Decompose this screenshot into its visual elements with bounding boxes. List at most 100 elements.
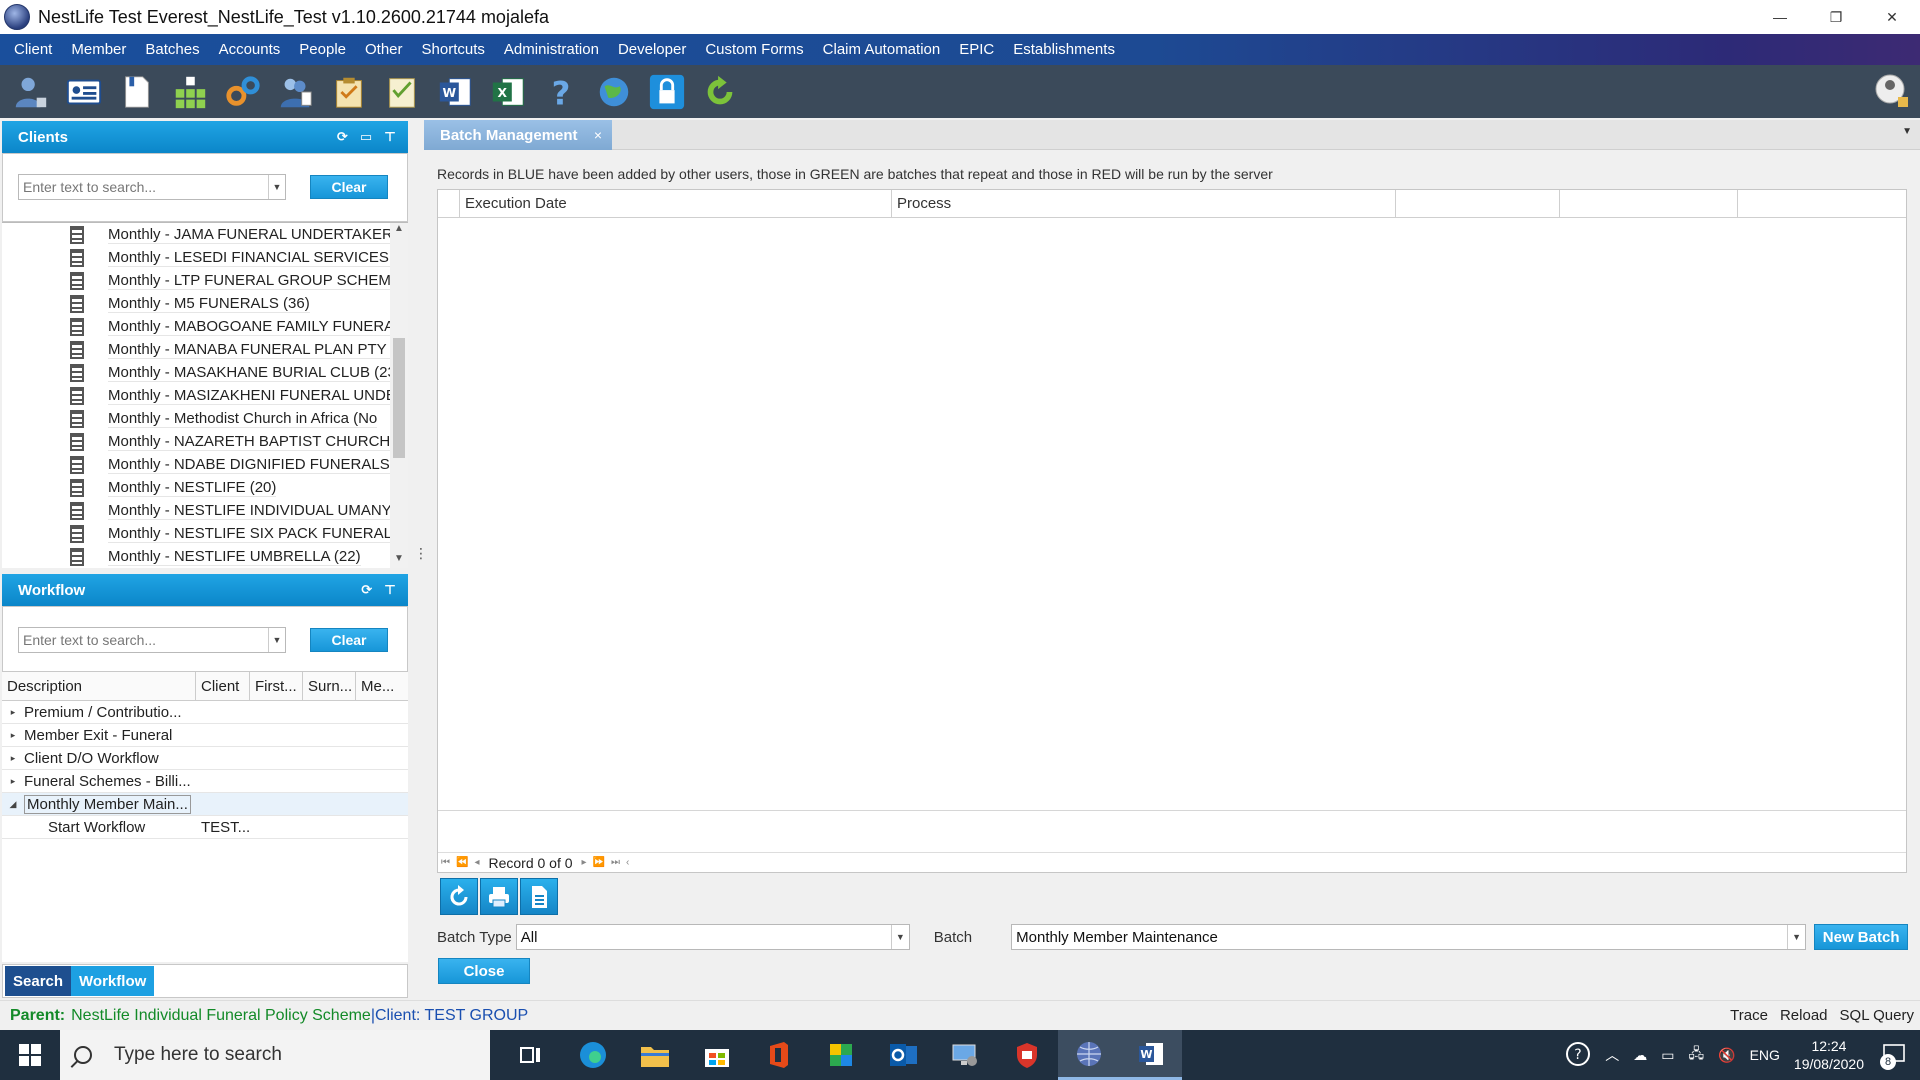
- menu-establishments[interactable]: Establishments: [1011, 41, 1117, 58]
- expand-icon[interactable]: ▸: [2, 730, 24, 741]
- table-row-selected[interactable]: ◢ Monthly Member Main...: [2, 793, 408, 816]
- chevron-up-icon[interactable]: ▲: [390, 223, 408, 239]
- column-header-member[interactable]: Me...: [356, 672, 408, 700]
- table-row[interactable]: ▸ Funeral Schemes - Billi...: [2, 770, 408, 793]
- minimize-panel-icon[interactable]: ▭: [360, 129, 372, 145]
- export-button[interactable]: [520, 878, 558, 915]
- column-header-blank-1[interactable]: [1396, 190, 1560, 218]
- nestlife-app-icon[interactable]: [1058, 1030, 1120, 1080]
- chevron-down-icon[interactable]: ▼: [890, 925, 909, 949]
- menu-developer[interactable]: Developer: [616, 41, 688, 58]
- new-batch-button[interactable]: New Batch: [1814, 924, 1909, 950]
- tab-list-chevron-icon[interactable]: ▼: [1902, 126, 1912, 137]
- column-header-execution-date[interactable]: Execution Date: [460, 190, 892, 218]
- volume-muted-icon[interactable]: 🔇: [1718, 1047, 1735, 1064]
- app-puzzle-icon[interactable]: [810, 1030, 872, 1080]
- workflow-clear-button[interactable]: Clear: [310, 628, 388, 652]
- list-item[interactable]: Monthly - MABOGOANE FAMILY FUNERAL: [70, 315, 390, 338]
- taskbar-search-input[interactable]: Type here to search: [60, 1030, 490, 1080]
- list-item[interactable]: Monthly - NAZARETH BAPTIST CHURCH (: [70, 430, 390, 453]
- column-header-process[interactable]: Process: [892, 190, 1396, 218]
- security-shield-icon[interactable]: [996, 1030, 1058, 1080]
- chevron-down-icon[interactable]: ▼: [1787, 925, 1805, 949]
- pin-icon[interactable]: ⊤: [384, 129, 396, 145]
- prev-page-icon[interactable]: ⏪: [456, 857, 468, 868]
- list-item[interactable]: Monthly - MASAKHANE BURIAL CLUB (23: [70, 361, 390, 384]
- refresh-icon[interactable]: [699, 71, 741, 113]
- tab-batch-management[interactable]: Batch Management ×: [424, 120, 612, 150]
- user-icon[interactable]: [10, 71, 52, 113]
- list-item[interactable]: Monthly - LESEDI FINANCIAL SERVICES (K: [70, 246, 390, 269]
- clients-scrollbar[interactable]: ▲ ▼: [390, 223, 408, 568]
- word-icon[interactable]: W: [1120, 1030, 1182, 1080]
- batch-select[interactable]: Monthly Member Maintenance ▼: [1011, 924, 1807, 950]
- menu-client[interactable]: Client: [12, 41, 54, 58]
- network-user-icon[interactable]: [1872, 71, 1912, 111]
- first-record-icon[interactable]: ⏮: [441, 857, 450, 868]
- store-icon[interactable]: [686, 1030, 748, 1080]
- list-item[interactable]: Monthly - NDABE DIGNIFIED FUNERALS (: [70, 453, 390, 476]
- menu-epic[interactable]: EPIC: [957, 41, 996, 58]
- help-circle-icon[interactable]: ?: [1565, 1041, 1591, 1070]
- clients-search-input[interactable]: Enter text to search... ▼: [18, 174, 286, 200]
- last-record-icon[interactable]: ⏭: [611, 857, 620, 868]
- remote-desktop-icon[interactable]: [934, 1030, 996, 1080]
- refresh-icon[interactable]: ⟳: [337, 129, 348, 145]
- print-button[interactable]: [480, 878, 518, 915]
- contact-card-icon[interactable]: [63, 71, 105, 113]
- expand-icon[interactable]: ▸: [2, 776, 24, 787]
- restore-button[interactable]: ❐: [1808, 0, 1864, 34]
- reload-link[interactable]: Reload: [1780, 1007, 1828, 1024]
- chevron-down-icon[interactable]: ▼: [390, 553, 408, 568]
- document-icon[interactable]: [116, 71, 158, 113]
- column-header-description[interactable]: Description: [2, 672, 196, 700]
- next-page-icon[interactable]: ⏩: [593, 857, 605, 868]
- collapse-icon[interactable]: ◢: [2, 799, 24, 810]
- column-header-client[interactable]: Client: [196, 672, 250, 700]
- refresh-button[interactable]: [440, 878, 478, 915]
- parent-value[interactable]: NestLife Individual Funeral Policy Schem…: [71, 1007, 371, 1025]
- people-edit-icon[interactable]: [275, 71, 317, 113]
- tray-chevron-up-icon[interactable]: ︿: [1605, 1045, 1619, 1065]
- language-indicator[interactable]: ENG: [1750, 1047, 1780, 1063]
- chevron-down-icon[interactable]: ▼: [268, 628, 285, 652]
- list-item[interactable]: Monthly - NESTLIFE INDIVIDUAL UMANYA: [70, 499, 390, 522]
- list-item[interactable]: Monthly - Methodist Church in Africa (No: [70, 407, 390, 430]
- menu-administration[interactable]: Administration: [502, 41, 601, 58]
- menu-people[interactable]: People: [297, 41, 348, 58]
- checklist-icon[interactable]: [381, 71, 423, 113]
- column-header-first[interactable]: First...: [250, 672, 303, 700]
- battery-icon[interactable]: ▭: [1661, 1047, 1674, 1064]
- refresh-icon[interactable]: ⟳: [361, 582, 372, 598]
- close-tab-icon[interactable]: ×: [594, 127, 602, 143]
- tab-workflow[interactable]: Workflow: [71, 966, 155, 996]
- office-icon[interactable]: [748, 1030, 810, 1080]
- expand-icon[interactable]: ▸: [2, 753, 24, 764]
- windows-start-button[interactable]: [0, 1030, 60, 1080]
- file-explorer-icon[interactable]: [624, 1030, 686, 1080]
- list-item[interactable]: Monthly - LTP FUNERAL GROUP SCHEME (: [70, 269, 390, 292]
- table-row[interactable]: ▸ Client D/O Workflow: [2, 747, 408, 770]
- list-item[interactable]: Monthly - MANABA FUNERAL PLAN PTY (: [70, 338, 390, 361]
- table-row[interactable]: Start Workflow TEST...: [2, 816, 408, 839]
- clipboard-icon[interactable]: [328, 71, 370, 113]
- panel-splitter[interactable]: ⋮: [414, 545, 428, 562]
- list-item[interactable]: Monthly - NESTLIFE (20): [70, 476, 390, 499]
- next-record-icon[interactable]: ▸: [582, 857, 587, 868]
- column-header-blank-2[interactable]: [1560, 190, 1738, 218]
- notification-center-icon[interactable]: 8: [1880, 1043, 1906, 1070]
- word-icon[interactable]: W: [434, 71, 476, 113]
- table-row[interactable]: ▸ Member Exit - Funeral: [2, 724, 408, 747]
- tab-search[interactable]: Search: [5, 966, 72, 996]
- list-item[interactable]: Monthly - NESTLIFE SIX PACK FUNERAL PL: [70, 522, 390, 545]
- menu-accounts[interactable]: Accounts: [217, 41, 283, 58]
- menu-batches[interactable]: Batches: [143, 41, 201, 58]
- nav-scroll-left-icon[interactable]: ‹: [626, 857, 629, 868]
- column-header-surname[interactable]: Surn...: [303, 672, 356, 700]
- gears-icon[interactable]: [222, 71, 264, 113]
- list-item[interactable]: Monthly - M5 FUNERALS (36): [70, 292, 390, 315]
- list-item[interactable]: Monthly - JAMA FUNERAL UNDERTAKERS: [70, 223, 390, 246]
- edge-icon[interactable]: [562, 1030, 624, 1080]
- sql-query-link[interactable]: SQL Query: [1840, 1007, 1914, 1024]
- list-item[interactable]: Monthly - MASIZAKHENI FUNERAL UNDE: [70, 384, 390, 407]
